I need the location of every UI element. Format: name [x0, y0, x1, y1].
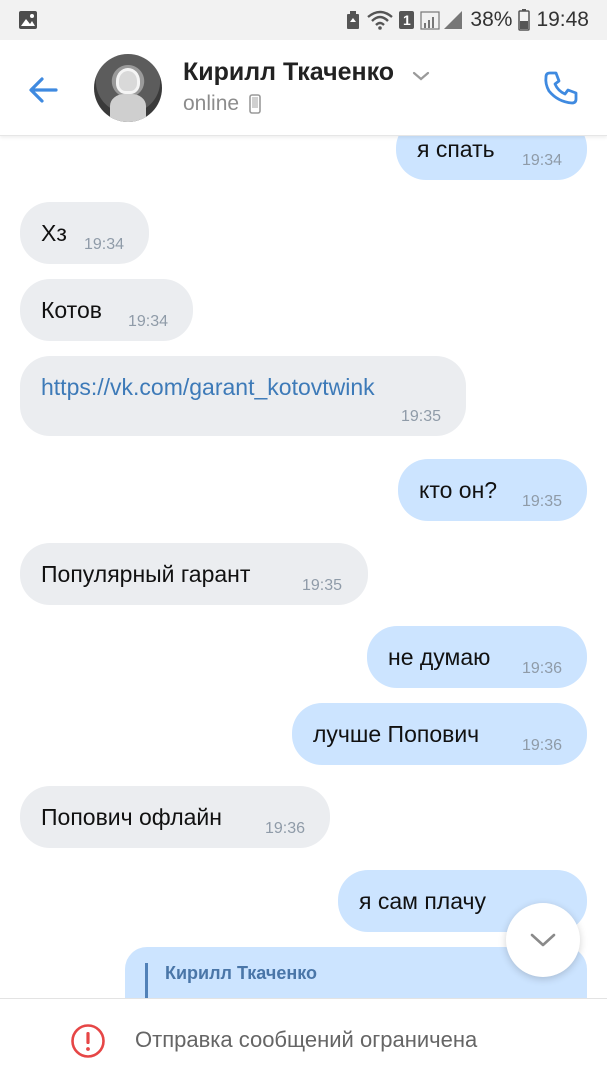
message-text: Хз — [41, 220, 67, 246]
message-bubble-incoming[interactable]: Котов 19:34 — [20, 279, 193, 341]
message-bubble-outgoing[interactable]: не думаю 19:36 — [367, 626, 587, 688]
alert-icon — [71, 1024, 105, 1058]
message-text: кто он? — [419, 477, 498, 503]
message-text: я спать — [417, 136, 495, 162]
contact-status: online — [183, 92, 261, 116]
online-status-text: online — [183, 92, 240, 115]
message-time: 19:36 — [265, 820, 306, 837]
message-bubble-outgoing[interactable]: кто он? 19:35 — [398, 459, 587, 521]
phone-icon — [544, 71, 578, 105]
message-text: Попович офлайн — [41, 804, 222, 830]
chat-header: Кирилл Ткаченко online — [0, 40, 607, 136]
avatar[interactable] — [94, 54, 162, 122]
message-text: я сам плачу — [359, 888, 486, 914]
sim-badge: 1 — [399, 11, 415, 29]
message-link[interactable]: https://vk.com/garant_kotovtwink — [41, 374, 375, 401]
status-bar: 1 38% 19:48 — [0, 0, 607, 40]
message-bubble-outgoing[interactable]: я спать 19:34 — [396, 136, 587, 180]
message-restriction-bar: Отправка сообщений ограничена — [0, 998, 607, 1080]
message-text: Популярный гарант — [41, 561, 251, 587]
image-icon — [18, 10, 38, 35]
battery-icon — [518, 9, 531, 31]
message-bubble-incoming[interactable]: https://vk.com/garant_kotovtwink 19:35 — [20, 356, 466, 436]
message-bubble-outgoing[interactable]: лучше Попович 19:36 — [292, 703, 587, 765]
message-bubble-incoming[interactable]: Хз 19:34 — [20, 202, 149, 264]
scroll-to-bottom-button[interactable] — [506, 903, 580, 977]
message-time: 19:34 — [522, 152, 563, 169]
clock: 19:48 — [536, 8, 589, 31]
message-text: Котов — [41, 297, 102, 323]
message-time: 19:35 — [401, 408, 442, 425]
recycle-icon — [345, 10, 361, 30]
message-bubble-incoming[interactable]: Популярный гарант 19:35 — [20, 543, 368, 605]
message-time: 19:36 — [522, 737, 563, 754]
message-bubble-incoming[interactable]: Попович офлайн 19:36 — [20, 786, 330, 848]
restriction-text: Отправка сообщений ограничена — [135, 1027, 478, 1052]
message-time: 19:34 — [84, 236, 125, 253]
back-arrow-icon — [29, 77, 58, 103]
contact-name[interactable]: Кирилл Ткаченко — [183, 58, 394, 87]
message-text: не думаю — [388, 644, 491, 670]
message-time: 19:34 — [128, 313, 169, 330]
chevron-down-icon — [530, 933, 556, 947]
message-list[interactable]: я спать 19:34 Хз 19:34 Котов 19:34 https… — [0, 136, 607, 998]
quoted-author: Кирилл Ткаченко — [165, 963, 317, 983]
battery-percent: 38% — [470, 8, 513, 31]
back-button[interactable] — [22, 68, 66, 112]
signal-icon — [420, 10, 464, 30]
message-time: 19:35 — [522, 493, 563, 510]
call-button[interactable] — [541, 68, 581, 108]
quote-bar — [145, 963, 148, 998]
message-time: 19:35 — [302, 577, 343, 594]
wifi-icon — [367, 10, 394, 30]
message-time: 19:36 — [522, 660, 563, 677]
mobile-device-icon — [249, 94, 261, 114]
app-screen: 1 38% 19:48 Кирилл Ткаченко online я спа… — [0, 0, 607, 1080]
chevron-down-icon[interactable] — [412, 70, 430, 82]
message-text: лучше Попович — [313, 721, 480, 747]
